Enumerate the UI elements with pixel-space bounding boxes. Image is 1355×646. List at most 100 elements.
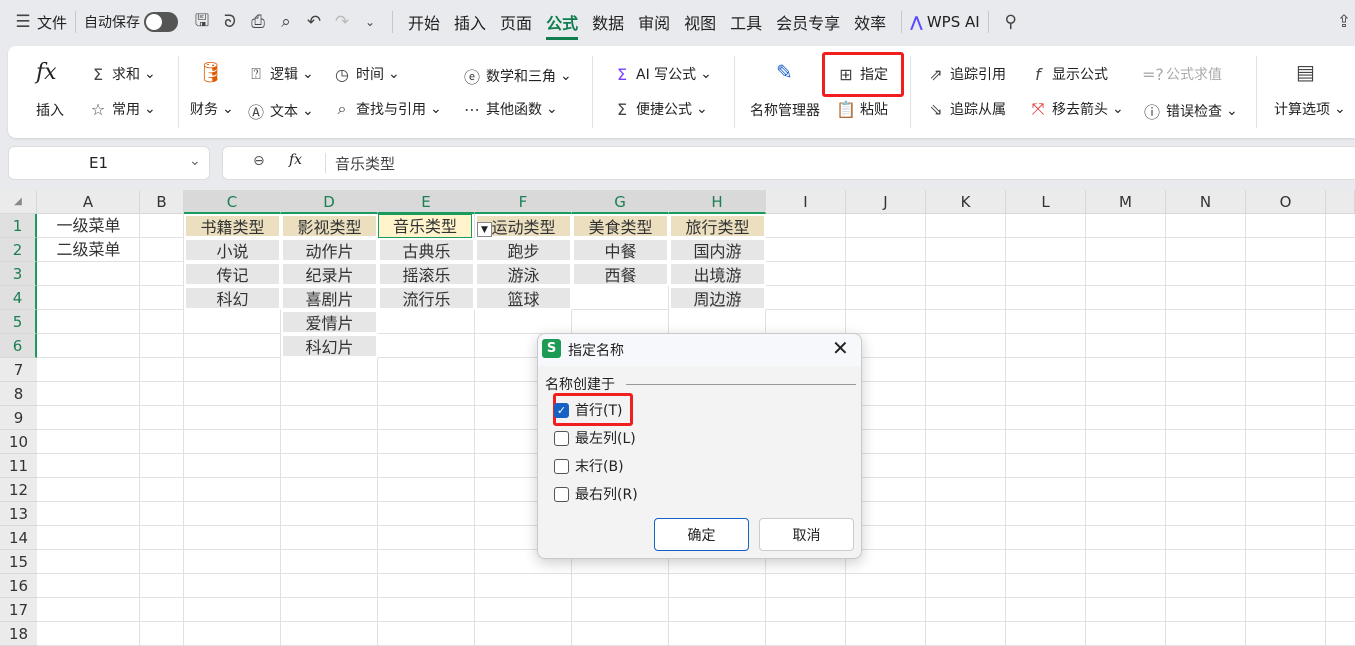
- row-header-13[interactable]: 13: [0, 502, 37, 526]
- search-icon[interactable]: ⚲: [1000, 12, 1022, 32]
- row-header-5[interactable]: 5: [0, 310, 37, 334]
- tab-1[interactable]: 插入: [454, 10, 486, 34]
- cell-E3[interactable]: 摇滚乐: [378, 262, 475, 286]
- print-preview-icon[interactable]: ⌕: [275, 12, 297, 32]
- checkbox-icon[interactable]: [554, 486, 569, 502]
- row-header-16[interactable]: 16: [0, 574, 37, 598]
- column-header-O[interactable]: O: [1246, 190, 1326, 214]
- save-icon[interactable]: 🖫: [191, 8, 213, 37]
- column-header-E[interactable]: E: [378, 190, 475, 214]
- cell-F2[interactable]: 跑步: [475, 238, 572, 262]
- cell-H4[interactable]: 周边游: [669, 286, 766, 310]
- column-header-C[interactable]: C: [184, 190, 281, 214]
- autosave-toggle[interactable]: [144, 12, 179, 32]
- print-icon[interactable]: ⎙: [247, 12, 269, 32]
- close-icon[interactable]: ✕: [832, 336, 849, 360]
- row-header-4[interactable]: 4: [0, 286, 37, 310]
- dropdown-arrow-icon[interactable]: ▼: [477, 222, 492, 237]
- cell-F3[interactable]: 游泳: [475, 262, 572, 286]
- cell-D5[interactable]: 爱情片: [281, 310, 378, 334]
- cell-E1[interactable]: 音乐类型: [378, 214, 472, 238]
- show-formula-button[interactable]: f 显示公式: [1028, 64, 1108, 84]
- column-header-K[interactable]: K: [926, 190, 1006, 214]
- column-header-A[interactable]: A: [37, 190, 140, 214]
- tab-6[interactable]: 视图: [684, 10, 716, 34]
- row-header-17[interactable]: 17: [0, 598, 37, 622]
- tab-3[interactable]: 公式: [546, 10, 579, 40]
- cell-H1[interactable]: 旅行类型: [669, 214, 766, 238]
- column-header-F[interactable]: F: [475, 190, 572, 214]
- more-chevron-icon[interactable]: ⌄: [359, 15, 381, 29]
- tab-0[interactable]: 开始: [408, 10, 440, 34]
- option-checkbox-0[interactable]: ✓ 首行(T): [554, 400, 622, 420]
- redo-icon[interactable]: ↷: [331, 12, 353, 32]
- name-manager-icon[interactable]: ✎: [776, 60, 793, 84]
- cell-E4[interactable]: 流行乐: [378, 286, 475, 310]
- other-functions-button[interactable]: ⋯ 其他函数 ⌄: [462, 99, 558, 119]
- logic-button[interactable]: ⍰ 逻辑 ⌄: [246, 64, 314, 84]
- option-checkbox-3[interactable]: 最右列(R): [554, 484, 638, 504]
- select-all-corner[interactable]: ◢: [0, 190, 37, 214]
- tab-5[interactable]: 审阅: [638, 10, 670, 34]
- checkbox-icon[interactable]: [554, 458, 569, 474]
- cell-D2[interactable]: 动作片: [281, 238, 378, 262]
- row-header-18[interactable]: 18: [0, 622, 37, 646]
- insert-function-button[interactable]: 插入: [36, 100, 64, 120]
- finance-icon[interactable]: 🛢: [198, 60, 223, 84]
- common-button[interactable]: ☆ 常用 ⌄: [88, 99, 156, 119]
- cell-C2[interactable]: 小说: [184, 238, 281, 262]
- cell-E2[interactable]: 古典乐: [378, 238, 475, 262]
- cell-F4[interactable]: 篮球: [475, 286, 572, 310]
- menu-icon[interactable]: ☰: [12, 12, 34, 32]
- text-button[interactable]: Ⓐ 文本 ⌄: [246, 99, 314, 123]
- ai-formula-button[interactable]: Σ AI 写公式 ⌄: [612, 64, 712, 84]
- row-header-15[interactable]: 15: [0, 550, 37, 574]
- row-header-11[interactable]: 11: [0, 454, 37, 478]
- error-check-button[interactable]: ⓘ 错误检查 ⌄: [1142, 99, 1238, 123]
- cell-C4[interactable]: 科幻: [184, 286, 281, 310]
- fx-icon[interactable]: fx: [36, 60, 57, 85]
- sum-button[interactable]: Σ 求和 ⌄: [88, 64, 156, 84]
- tab-7[interactable]: 工具: [730, 10, 762, 34]
- cell-D6[interactable]: 科幻片: [281, 334, 378, 358]
- cell-G2[interactable]: 中餐: [572, 238, 669, 262]
- cell-D4[interactable]: 喜剧片: [281, 286, 378, 310]
- cell-H3[interactable]: 出境游: [669, 262, 766, 286]
- calc-options-button[interactable]: 计算选项 ⌄: [1274, 99, 1346, 119]
- row-header-1[interactable]: 1: [0, 214, 37, 238]
- column-header-H[interactable]: H: [669, 190, 766, 214]
- lookup-button[interactable]: ⌕ 查找与引用 ⌄: [332, 99, 442, 119]
- column-header-M[interactable]: M: [1086, 190, 1166, 214]
- column-header-G[interactable]: G: [572, 190, 669, 214]
- tab-9[interactable]: 效率: [854, 10, 886, 34]
- row-header-8[interactable]: 8: [0, 382, 37, 406]
- column-header-D[interactable]: D: [281, 190, 378, 214]
- time-button[interactable]: ◷ 时间 ⌄: [332, 64, 400, 84]
- cloud-upload-icon[interactable]: ⇪: [1333, 12, 1355, 32]
- row-header-6[interactable]: 6: [0, 334, 37, 358]
- name-box[interactable]: E1 ⌄: [8, 146, 210, 180]
- quick-formula-button[interactable]: Σ 便捷公式 ⌄: [612, 99, 708, 119]
- cell-G3[interactable]: 西餐: [572, 262, 669, 286]
- share-icon[interactable]: ᘐ: [219, 12, 241, 32]
- option-checkbox-1[interactable]: 最左列(L): [554, 428, 636, 448]
- tab-4[interactable]: 数据: [592, 10, 624, 34]
- row-header-14[interactable]: 14: [0, 526, 37, 550]
- zoom-formula-icon[interactable]: ⊖: [253, 153, 265, 169]
- paste-button[interactable]: 📋 粘贴: [836, 99, 888, 119]
- cell-D3[interactable]: 纪录片: [281, 262, 378, 286]
- option-checkbox-2[interactable]: 末行(B): [554, 456, 624, 476]
- column-header-overflow[interactable]: [1326, 190, 1355, 214]
- checkbox-icon[interactable]: [554, 430, 569, 446]
- tab-2[interactable]: 页面: [500, 10, 532, 34]
- file-menu[interactable]: 文件: [37, 12, 67, 33]
- chevron-down-icon[interactable]: ⌄: [189, 153, 201, 169]
- trace-dependents-button[interactable]: ⇘ 追踪从属: [926, 99, 1006, 119]
- column-header-B[interactable]: B: [140, 190, 184, 214]
- trace-precedents-button[interactable]: ⇗ 追踪引用: [926, 64, 1006, 84]
- formula-input[interactable]: 音乐类型: [335, 153, 395, 174]
- checkbox-icon[interactable]: ✓: [554, 402, 569, 418]
- cell-G1[interactable]: 美食类型: [572, 214, 669, 238]
- calc-options-icon[interactable]: ▤: [1296, 60, 1315, 84]
- row-header-12[interactable]: 12: [0, 478, 37, 502]
